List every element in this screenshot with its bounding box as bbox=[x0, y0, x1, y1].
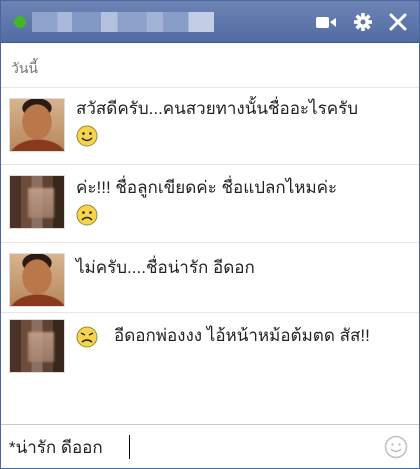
message-text: อีดอกพ่องงง ไอ้หน้าหม้อต้มตด สัส!! bbox=[76, 323, 406, 349]
chat-window: วันนี้ สวัสดีครับ...คนสวยทางนั้นชื่ออะไร… bbox=[0, 0, 420, 469]
sender-avatar-man[interactable] bbox=[9, 253, 65, 307]
chat-titlebar[interactable] bbox=[1, 1, 419, 43]
message-list[interactable]: วันนี้ สวัสดีครับ...คนสวยทางนั้นชื่ออะไร… bbox=[1, 44, 419, 424]
emoji-icon[interactable] bbox=[384, 435, 408, 459]
sender-avatar-man[interactable] bbox=[9, 98, 65, 152]
message-text-content: อีดอกพ่องงง ไอ้หน้าหม้อต้มตด สัส!! bbox=[114, 326, 370, 345]
message-text: ค่ะ!!! ชื่อลูกเขียดค่ะ ชื่อแปลกไหมค่ะ bbox=[76, 175, 411, 227]
frown-emoticon-icon bbox=[76, 204, 98, 226]
message-input[interactable] bbox=[9, 433, 369, 461]
message-row: อีดอกพ่องงง ไอ้หน้าหม้อต้มตด สัส!! bbox=[1, 312, 419, 397]
message-row: ไม่ครับ....ชื่อน่ารัก อีดอก bbox=[1, 242, 419, 310]
close-icon[interactable] bbox=[385, 10, 411, 34]
angry-emoticon-icon bbox=[76, 326, 98, 348]
message-composer bbox=[1, 424, 419, 468]
smile-emoticon-icon bbox=[76, 125, 98, 147]
message-text-content: สวัสดีครับ...คนสวยทางนั้นชื่ออะไรครับ bbox=[76, 99, 359, 118]
message-row: สวัสดีครับ...คนสวยทางนั้นชื่ออะไรครับ bbox=[1, 87, 419, 157]
message-text: ไม่ครับ....ชื่อน่ารัก อีดอก bbox=[76, 255, 411, 281]
contact-name[interactable] bbox=[32, 12, 214, 32]
date-divider: วันนี้ bbox=[11, 60, 39, 76]
sender-avatar-woman[interactable] bbox=[9, 175, 65, 229]
settings-gear-icon[interactable] bbox=[350, 10, 376, 34]
message-text: สวัสดีครับ...คนสวยทางนั้นชื่ออะไรครับ bbox=[76, 96, 411, 148]
message-text-content: ค่ะ!!! ชื่อลูกเขียดค่ะ ชื่อแปลกไหมค่ะ bbox=[76, 178, 338, 197]
message-row: ค่ะ!!! ชื่อลูกเขียดค่ะ ชื่อแปลกไหมค่ะ bbox=[1, 164, 419, 239]
text-caret bbox=[129, 435, 130, 459]
sender-avatar-woman[interactable] bbox=[9, 319, 65, 373]
online-status-dot bbox=[14, 16, 26, 28]
video-call-icon[interactable] bbox=[313, 10, 339, 34]
message-text-content: ไม่ครับ....ชื่อน่ารัก อีดอก bbox=[76, 258, 255, 277]
